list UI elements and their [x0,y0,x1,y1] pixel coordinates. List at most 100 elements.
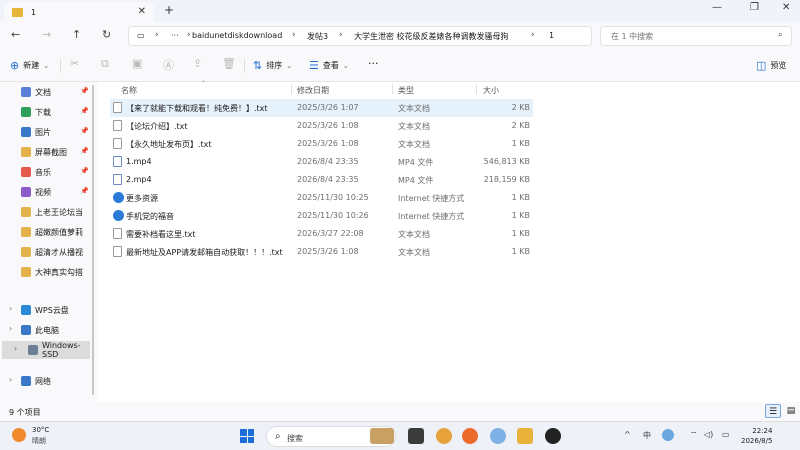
file-modified: 2025/3/26 1:08 [297,121,359,130]
refresh-button[interactable]: ↻ [102,28,111,41]
close-window-button[interactable]: ✕ [782,2,790,13]
column-header-modified[interactable]: 修改日期 [297,85,329,96]
sidebar-scrollbar[interactable] [92,85,94,395]
file-type: 文本文档 [398,122,430,131]
app-icon[interactable] [462,428,478,444]
rename-button[interactable]: Ⓐ [163,57,174,73]
column-header-type[interactable]: 类型 [398,85,414,96]
breadcrumb-item[interactable]: baidunetdiskdownload [192,31,282,40]
tiles-view-button[interactable]: ▤ [783,404,799,418]
sidebar-item-label: 图片 [35,127,51,137]
wifi-icon[interactable]: ⌔ [690,430,698,440]
volume-icon[interactable]: ◁) [704,430,713,439]
up-button[interactable]: ↑ [72,28,81,41]
tray-overflow-icon[interactable]: ^ [624,430,631,439]
start-button[interactable] [240,429,254,443]
weather-condition[interactable]: 晴朗 [32,436,46,446]
weather-sun-icon[interactable] [12,428,26,442]
chevron-right-icon[interactable]: › [9,304,12,313]
new-button[interactable]: ⊕ 新建 ⌄ [10,59,49,72]
txt-icon [113,138,122,149]
file-size: 1 KB [511,211,530,220]
minimize-button[interactable]: — [712,2,722,13]
app-icon[interactable] [490,428,506,444]
sidebar-item-wps[interactable]: › WPS云盘 [0,301,92,319]
column-header-size[interactable]: 大小 [483,85,499,96]
file-row[interactable]: 最新地址及APP请发邮箱自动获取！！！.txt 2025/3/26 1:08 文本文… [110,243,533,261]
file-row[interactable]: 【永久地址发布页】.txt 2025/3/26 1:08 文本文档 1 KB [110,135,533,153]
file-size: 1 KB [511,229,530,238]
preview-button[interactable]: ◫ 预览 [756,59,786,72]
sort-button[interactable]: ⇅ 排序 ⌄ [253,59,292,72]
chevron-right-icon[interactable]: › [9,375,12,384]
sidebar-item-windows-ssd[interactable]: › Windows-SSD [2,341,90,359]
file-name: 【来了就能下载和观看！纯免费！】.txt [126,104,268,113]
file-explorer-icon[interactable] [517,428,533,444]
sidebar-item-quick-access[interactable]: 视频 📌 [0,183,92,201]
sidebar-item-quick-access[interactable]: 超嫩颜值萝莉 [0,223,92,241]
column-header-name[interactable]: 名称 [121,85,137,96]
plus-circle-icon: ⊕ [10,59,20,72]
tray-app-icon[interactable] [662,429,674,441]
app-icon[interactable] [436,428,452,444]
chevron-right-icon: › [292,30,296,40]
more-options-button[interactable]: ··· [368,57,379,70]
breadcrumb-item[interactable]: 大学生泄密 校花级反差婊各种调教发骚母狗 [354,31,509,42]
sidebar-item-quick-access[interactable]: 超清才从播视 [0,243,92,261]
details-view-button[interactable]: ☰ [765,404,781,418]
file-row[interactable]: 需要补档看这里.txt 2026/3/27 22:08 文本文档 1 KB [110,225,533,243]
search-icon: ⌕ [275,431,281,442]
file-modified: 2026/8/4 23:35 [297,175,359,184]
battery-icon[interactable]: ▭ [722,430,730,439]
mp4-icon [113,174,122,185]
view-icon: ☰ [309,59,319,72]
new-tab-button[interactable]: + [164,3,174,17]
sidebar-item-quick-access[interactable]: 屏幕截图 📌 [0,143,92,161]
file-row[interactable]: 【论坛介绍】.txt 2025/3/26 1:08 文本文档 2 KB [110,117,533,135]
task-view-icon[interactable] [408,428,424,444]
maximize-button[interactable]: ❐ [750,2,759,13]
breadcrumb-item[interactable]: 1 [549,31,554,40]
paste-button[interactable]: ▣ [132,57,142,70]
qq-icon[interactable] [545,428,561,444]
close-tab-icon[interactable]: ✕ [138,6,146,17]
chevron-right-icon[interactable]: › [9,324,12,333]
more-crumbs-button[interactable]: ··· [171,31,179,40]
file-row[interactable]: 2.mp4 2026/8/4 23:35 MP4 文件 218,159 KB [110,171,533,189]
sidebar-item-this-pc[interactable]: › 此电脑 [0,321,92,339]
cut-button[interactable]: ✂ [70,57,79,70]
column-divider[interactable] [291,84,292,94]
search-icon[interactable]: ⌕ [778,30,783,40]
sidebar-item-quick-access[interactable]: 大神真实勾搭 [0,263,92,281]
file-row[interactable]: 【来了就能下载和观看！纯免费！】.txt 2025/3/26 1:07 文本文档 2 … [110,99,533,117]
address-bar[interactable]: ▭ › ··· › baidunetdiskdownload › 发帖3 › 大… [128,26,592,46]
sidebar-item-network[interactable]: › 网络 [0,372,92,390]
clock[interactable]: 22:24 2026/8/5 [741,426,772,446]
tab-folder-1[interactable]: 1 ✕ [4,2,154,22]
file-row[interactable]: 更多资源 2025/11/30 10:25 Internet 快捷方式 1 KB [110,189,533,207]
sidebar-item-quick-access[interactable]: 下载 📌 [0,103,92,121]
sidebar-item-quick-access[interactable]: 上老王论坛当 [0,203,92,221]
sidebar-item-label: 大神真实勾搭 [35,267,83,277]
view-button[interactable]: ☰ 查看 ⌄ [309,59,349,72]
column-divider[interactable] [476,84,477,94]
sidebar-item-quick-access[interactable]: 文档 📌 [0,83,92,101]
title-bar: 1 ✕ + — ❐ ✕ [0,0,800,22]
copy-button[interactable]: ⧉ [101,57,109,71]
forward-button[interactable]: → [42,28,51,41]
delete-button[interactable]: 🗑 [222,57,236,70]
ime-indicator[interactable]: 中 [643,430,651,441]
file-row[interactable]: 1.mp4 2026/8/4 23:35 MP4 文件 546,813 KB [110,153,533,171]
search-input[interactable] [601,27,761,45]
sidebar-item-quick-access[interactable]: 图片 📌 [0,123,92,141]
back-button[interactable]: ← [11,28,20,41]
chevron-right-icon[interactable]: › [14,344,17,353]
sidebar-item-quick-access[interactable]: 音乐 📌 [0,163,92,181]
breadcrumb-item[interactable]: 发帖3 [307,31,328,42]
share-button[interactable]: ⇪ [193,57,202,70]
temperature[interactable]: 30°C [32,426,49,434]
column-divider[interactable] [392,84,393,94]
file-size: 218,159 KB [483,175,530,184]
file-row[interactable]: 手机党的福音 2025/11/30 10:26 Internet 快捷方式 1 KB [110,207,533,225]
folder-icon [21,127,31,137]
